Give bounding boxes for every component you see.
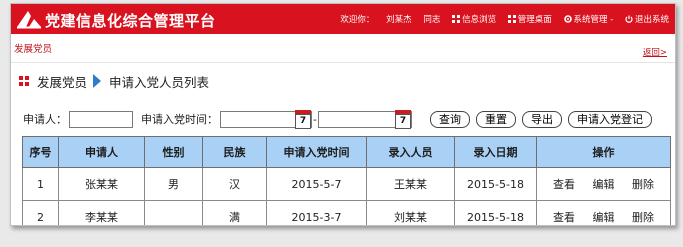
nav-logout[interactable]: 退出系统 [625,13,669,25]
reset-button[interactable]: 重置 [475,110,516,128]
col-header: 操作 [536,136,671,168]
view-link[interactable]: 查看 [553,178,575,191]
chevron-right-icon [93,74,102,88]
nav-logout-label: 退出系统 [634,15,669,25]
col-header: 性别 [144,136,203,168]
page-title: 发展党员 申请入党人员列表 [19,72,209,90]
col-header: 录入人员 [366,136,455,168]
cell-gender: 男 [144,167,203,201]
user-bar: 欢迎你： 刘某杰 同志 信息浏览 管理桌面 系统管理 - 退出系统 [331,13,669,25]
apply-register-button[interactable]: 申请入党登记 [567,110,652,128]
app-title: 党建信息化综合管理平台 [45,12,216,30]
party-logo-icon [17,11,41,29]
nav-manage-desktop[interactable]: 管理桌面 [507,13,552,25]
export-button[interactable]: 导出 [521,110,562,128]
user-group: 同志 [423,15,441,25]
applicant-input[interactable] [69,110,133,128]
delete-link[interactable]: 删除 [632,178,654,191]
grid-icon [507,15,516,23]
table-header-row: 序号 申请人 性别 民族 申请入党时间 录入人员 录入日期 操作 [22,136,671,168]
cell-gender [144,200,203,225]
cell-entered-by: 刘某某 [366,200,455,225]
welcome-text: 欢迎你： [340,15,375,25]
cell-entry-date: 2015-5-18 [454,167,537,201]
applicant-table: 序号 申请人 性别 民族 申请入党时间 录入人员 录入日期 操作 1 张某某 男… [22,136,671,225]
col-header: 申请入党时间 [266,136,367,168]
edit-link[interactable]: 编辑 [593,178,615,191]
grid-icon [452,15,461,23]
cell-name: 李某某 [58,200,145,225]
date-separator: - [313,112,317,126]
power-icon [625,15,633,23]
cell-entered-by: 王某某 [366,167,455,201]
page-section[interactable]: 发展党员 [37,72,87,91]
cell-apply-date: 2015-5-7 [266,167,367,201]
cell-actions: 查看 编辑 删除 [536,200,671,225]
cell-apply-date: 2015-3-7 [266,200,367,225]
nav-info-browse-label: 信息浏览 [462,15,497,25]
top-bar: 党建信息化综合管理平台 欢迎你： 刘某杰 同志 信息浏览 管理桌面 系统管理 -… [11,4,675,34]
user-name: 刘某杰 [386,15,412,25]
col-header: 民族 [202,136,267,168]
app-window: 党建信息化综合管理平台 欢迎你： 刘某杰 同志 信息浏览 管理桌面 系统管理 -… [10,3,676,226]
menu-grid-icon [19,76,29,86]
col-header: 申请人 [58,136,145,168]
page-title-text: 申请入党人员列表 [109,74,210,90]
back-link[interactable]: 返回> [643,46,667,58]
table-row: 1 张某某 男 汉 2015-5-7 王某某 2015-5-18 查看 编辑 删… [22,167,671,201]
nav-system-manage[interactable]: 系统管理 - [563,13,614,25]
query-button[interactable]: 查询 [429,110,470,128]
apply-time-label: 申请入党时间： [141,113,218,126]
breadcrumb: 发展党员 [14,44,53,55]
applicant-label: 申请人： [23,113,67,126]
delete-link[interactable]: 删除 [632,211,654,224]
calendar-icon[interactable]: 7 [394,110,411,129]
cell-ethnicity: 满 [202,200,267,225]
cell-no: 1 [22,167,59,201]
nav-manage-desktop-label: 管理桌面 [517,15,552,25]
cell-name: 张某某 [58,167,145,201]
table-row: 2 李某某 满 2015-3-7 刘某某 2015-5-18 查看 编辑 删除 [22,200,671,225]
cell-no: 2 [22,200,59,225]
breadcrumb-bar: 发展党员 返回> [11,34,675,63]
col-header: 序号 [22,136,59,168]
cell-actions: 查看 编辑 删除 [536,167,671,201]
search-bar: 申请人： 申请入党时间： 7 - 7 查询 重置 导出 申请入党登记 [23,108,652,130]
calendar-icon[interactable]: 7 [295,110,311,129]
gear-icon [563,15,572,23]
cell-entry-date: 2015-5-18 [454,200,537,225]
edit-link[interactable]: 编辑 [593,211,615,224]
nav-system-manage-label: 系统管理 - [573,15,614,25]
cell-ethnicity: 汉 [202,167,267,201]
view-link[interactable]: 查看 [553,211,575,224]
col-header: 录入日期 [454,136,537,168]
nav-info-browse[interactable]: 信息浏览 [452,13,496,25]
